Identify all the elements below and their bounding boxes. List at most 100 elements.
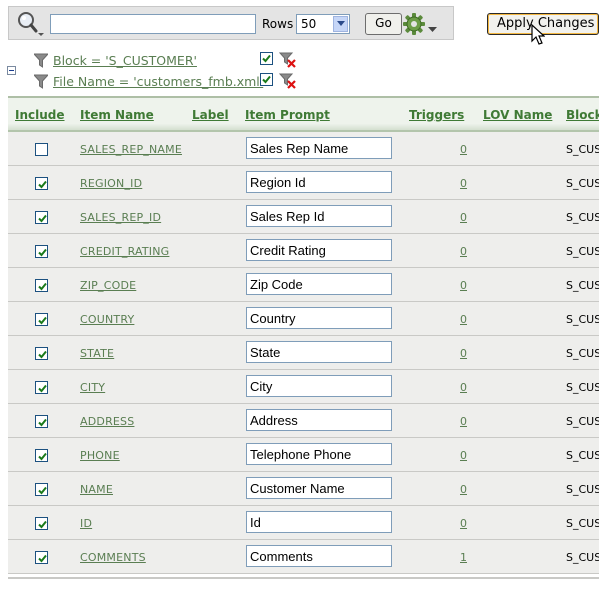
item-name-link[interactable]: REGION_ID — [80, 177, 142, 190]
include-checkbox[interactable] — [35, 483, 48, 496]
triggers-link[interactable]: 0 — [460, 177, 467, 190]
chevron-down-icon[interactable] — [333, 16, 348, 32]
filter-block: Block = 'S_CUSTOMER' — [32, 52, 304, 72]
rows-select[interactable]: 50 — [296, 14, 350, 34]
item-name-link[interactable]: PHONE — [80, 449, 120, 462]
item-name-link[interactable]: ADDRESS — [80, 415, 134, 428]
search-icon[interactable] — [13, 9, 49, 39]
include-checkbox[interactable] — [35, 517, 48, 530]
column-header-block[interactable]: Block — [566, 108, 599, 122]
item-prompt-input[interactable] — [246, 443, 392, 465]
gear-icon[interactable] — [401, 11, 427, 37]
triggers-link[interactable]: 0 — [460, 245, 467, 258]
remove-filter-icon[interactable] — [278, 52, 297, 72]
block-cell: S_CUS — [566, 313, 599, 326]
triggers-link[interactable]: 0 — [460, 449, 467, 462]
table-row: ZIP_CODE 0 S_CUS — [8, 268, 599, 302]
column-header-triggers[interactable]: Triggers — [409, 108, 464, 122]
remove-filter-icon[interactable] — [278, 73, 297, 93]
item-name-link[interactable]: COUNTRY — [80, 313, 134, 326]
item-prompt-input[interactable] — [246, 409, 392, 431]
table-row: ID 0 S_CUS — [8, 506, 599, 540]
triggers-link[interactable]: 0 — [460, 517, 467, 530]
include-checkbox[interactable] — [35, 449, 48, 462]
block-cell: S_CUS — [566, 415, 599, 428]
gear-menu-chevron-icon[interactable] — [428, 22, 437, 36]
table-row: CREDIT_RATING 0 S_CUS — [8, 234, 599, 268]
include-checkbox[interactable] — [35, 313, 48, 326]
table-row: PHONE 0 S_CUS — [8, 438, 599, 472]
filter-enabled-checkbox[interactable] — [260, 52, 273, 68]
go-button[interactable]: Go — [365, 13, 402, 35]
table-row: SALES_REP_ID 0 S_CUS — [8, 200, 599, 234]
item-name-link[interactable]: CREDIT_RATING — [80, 245, 169, 258]
triggers-link[interactable]: 0 — [460, 313, 467, 326]
table-row: CITY 0 S_CUS — [8, 370, 599, 404]
item-prompt-input[interactable] — [246, 375, 392, 397]
item-prompt-input[interactable] — [246, 273, 392, 295]
include-checkbox[interactable] — [35, 347, 48, 360]
search-toolbar: Rows 50 Go — [8, 6, 454, 40]
item-prompt-input[interactable] — [246, 511, 392, 533]
triggers-link[interactable]: 0 — [460, 483, 467, 496]
include-checkbox[interactable] — [35, 279, 48, 292]
block-cell: S_CUS — [566, 551, 599, 564]
item-name-link[interactable]: COMMENTS — [80, 551, 146, 564]
item-prompt-input[interactable] — [246, 239, 392, 261]
search-input[interactable] — [50, 14, 256, 34]
block-cell: S_CUS — [566, 279, 599, 292]
table-bottom-border — [8, 577, 599, 579]
triggers-link[interactable]: 0 — [460, 279, 467, 292]
item-name-link[interactable]: NAME — [80, 483, 113, 496]
item-prompt-input[interactable] — [246, 477, 392, 499]
table-row: STATE 0 S_CUS — [8, 336, 599, 370]
column-header-item-prompt[interactable]: Item Prompt — [245, 108, 330, 122]
item-name-link[interactable]: SALES_REP_ID — [80, 211, 161, 224]
triggers-link[interactable]: 0 — [460, 143, 467, 156]
table-row: NAME 0 S_CUS — [8, 472, 599, 506]
funnel-icon — [32, 74, 50, 93]
include-checkbox[interactable] — [35, 551, 48, 564]
item-name-link[interactable]: ID — [80, 517, 92, 530]
item-prompt-input[interactable] — [246, 137, 392, 159]
column-header-label[interactable]: Label — [192, 108, 229, 122]
table-row: COMMENTS 1 S_CUS — [8, 540, 599, 574]
include-checkbox[interactable] — [35, 177, 48, 190]
include-checkbox[interactable] — [35, 143, 48, 156]
include-checkbox[interactable] — [35, 381, 48, 394]
table-row: REGION_ID 0 S_CUS — [8, 166, 599, 200]
include-checkbox[interactable] — [35, 415, 48, 428]
item-prompt-input[interactable] — [246, 545, 392, 567]
triggers-link[interactable]: 1 — [460, 551, 467, 564]
item-name-link[interactable]: CITY — [80, 381, 105, 394]
table-row: COUNTRY 0 S_CUS — [8, 302, 599, 336]
triggers-link[interactable]: 0 — [460, 347, 467, 360]
item-name-link[interactable]: ZIP_CODE — [80, 279, 136, 292]
triggers-link[interactable]: 0 — [460, 415, 467, 428]
item-name-link[interactable]: STATE — [80, 347, 114, 360]
block-cell: S_CUS — [566, 517, 599, 530]
item-prompt-input[interactable] — [246, 171, 392, 193]
table-row: SALES_REP_NAME 0 S_CUS — [8, 132, 599, 166]
triggers-link[interactable]: 0 — [460, 211, 467, 224]
filter-link[interactable]: Block = 'S_CUSTOMER' — [53, 53, 197, 68]
items-table: Include Item Name Label Item Prompt Trig… — [8, 96, 599, 579]
column-header-lov-name[interactable]: LOV Name — [483, 108, 552, 122]
column-header-item-name[interactable]: Item Name — [80, 108, 154, 122]
include-checkbox[interactable] — [35, 211, 48, 224]
column-header-include[interactable]: Include — [15, 108, 65, 122]
item-prompt-input[interactable] — [246, 307, 392, 329]
item-name-link[interactable]: SALES_REP_NAME — [80, 143, 182, 156]
block-cell: S_CUS — [566, 211, 599, 224]
collapse-icon[interactable] — [7, 66, 16, 75]
block-cell: S_CUS — [566, 177, 599, 190]
block-cell: S_CUS — [566, 483, 599, 496]
item-prompt-input[interactable] — [246, 341, 392, 363]
include-checkbox[interactable] — [35, 245, 48, 258]
funnel-icon — [32, 53, 50, 72]
filter-enabled-checkbox[interactable] — [260, 73, 273, 89]
table-row: ADDRESS 0 S_CUS — [8, 404, 599, 438]
filter-link[interactable]: File Name = 'customers_fmb.xml' — [53, 74, 263, 89]
item-prompt-input[interactable] — [246, 205, 392, 227]
triggers-link[interactable]: 0 — [460, 381, 467, 394]
